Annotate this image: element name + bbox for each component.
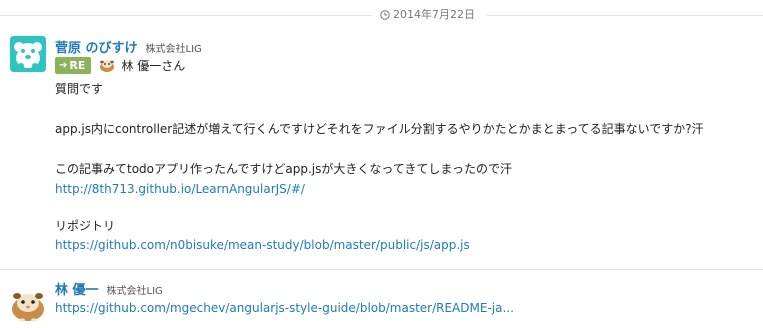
message-link[interactable]: http://8th713.github.io/LearnAngularJS/#… xyxy=(55,181,305,197)
message-line: この記事みてtodoアプリ作ったんですけどapp.jsが大きくなってきてしまった… xyxy=(55,162,512,176)
message-link[interactable]: https://github.com/n0bisuke/mean-study/b… xyxy=(55,237,470,253)
sender-company: 株式会社LIG xyxy=(106,286,163,297)
message-line: 質問です xyxy=(55,82,104,96)
sender-company: 株式会社LIG xyxy=(145,44,202,55)
reply-row: ➜ RE 林 優一さん xyxy=(55,56,185,74)
sender-name[interactable]: 菅原 のびすけ xyxy=(55,37,138,56)
reply-badge[interactable]: ➜ RE xyxy=(55,56,92,74)
divider-line-left xyxy=(0,15,372,16)
sender-name[interactable]: 林 優一 xyxy=(55,279,99,298)
guinea-pig-avatar-icon xyxy=(12,293,44,322)
date-text: 2014年7月22日 xyxy=(393,8,475,21)
clock-icon xyxy=(380,10,390,20)
reply-badge-label: RE xyxy=(69,58,86,72)
message-line: app.js内にcontroller記述が増えて行くんですけどそれをファイル分割… xyxy=(55,122,704,136)
reply-to-name: 林 優一さん xyxy=(121,58,186,73)
message: 林 優一 株式会社LIG https://github.com/mgechev/… xyxy=(0,269,763,328)
sender-row: 菅原 のびすけ 株式会社LIG xyxy=(55,37,202,56)
message-line: リポジトリ xyxy=(55,219,116,233)
character-avatar-icon xyxy=(10,36,46,72)
sender-row: 林 優一 株式会社LIG xyxy=(55,279,163,298)
guinea-pig-mini-avatar xyxy=(100,60,115,72)
reply-arrow-icon: ➜ xyxy=(59,59,68,71)
message: 菅原 のびすけ 株式会社LIG ➜ RE 林 優一さん 質問です app.js内… xyxy=(0,30,763,266)
avatar[interactable] xyxy=(10,287,46,323)
date-label: 2014年7月22日 xyxy=(380,6,475,24)
divider-line-right xyxy=(487,15,763,16)
date-divider: 2014年7月22日 xyxy=(0,0,763,30)
message-link[interactable]: https://github.com/mgechev/angularjs-sty… xyxy=(55,300,514,316)
avatar[interactable] xyxy=(10,36,46,72)
